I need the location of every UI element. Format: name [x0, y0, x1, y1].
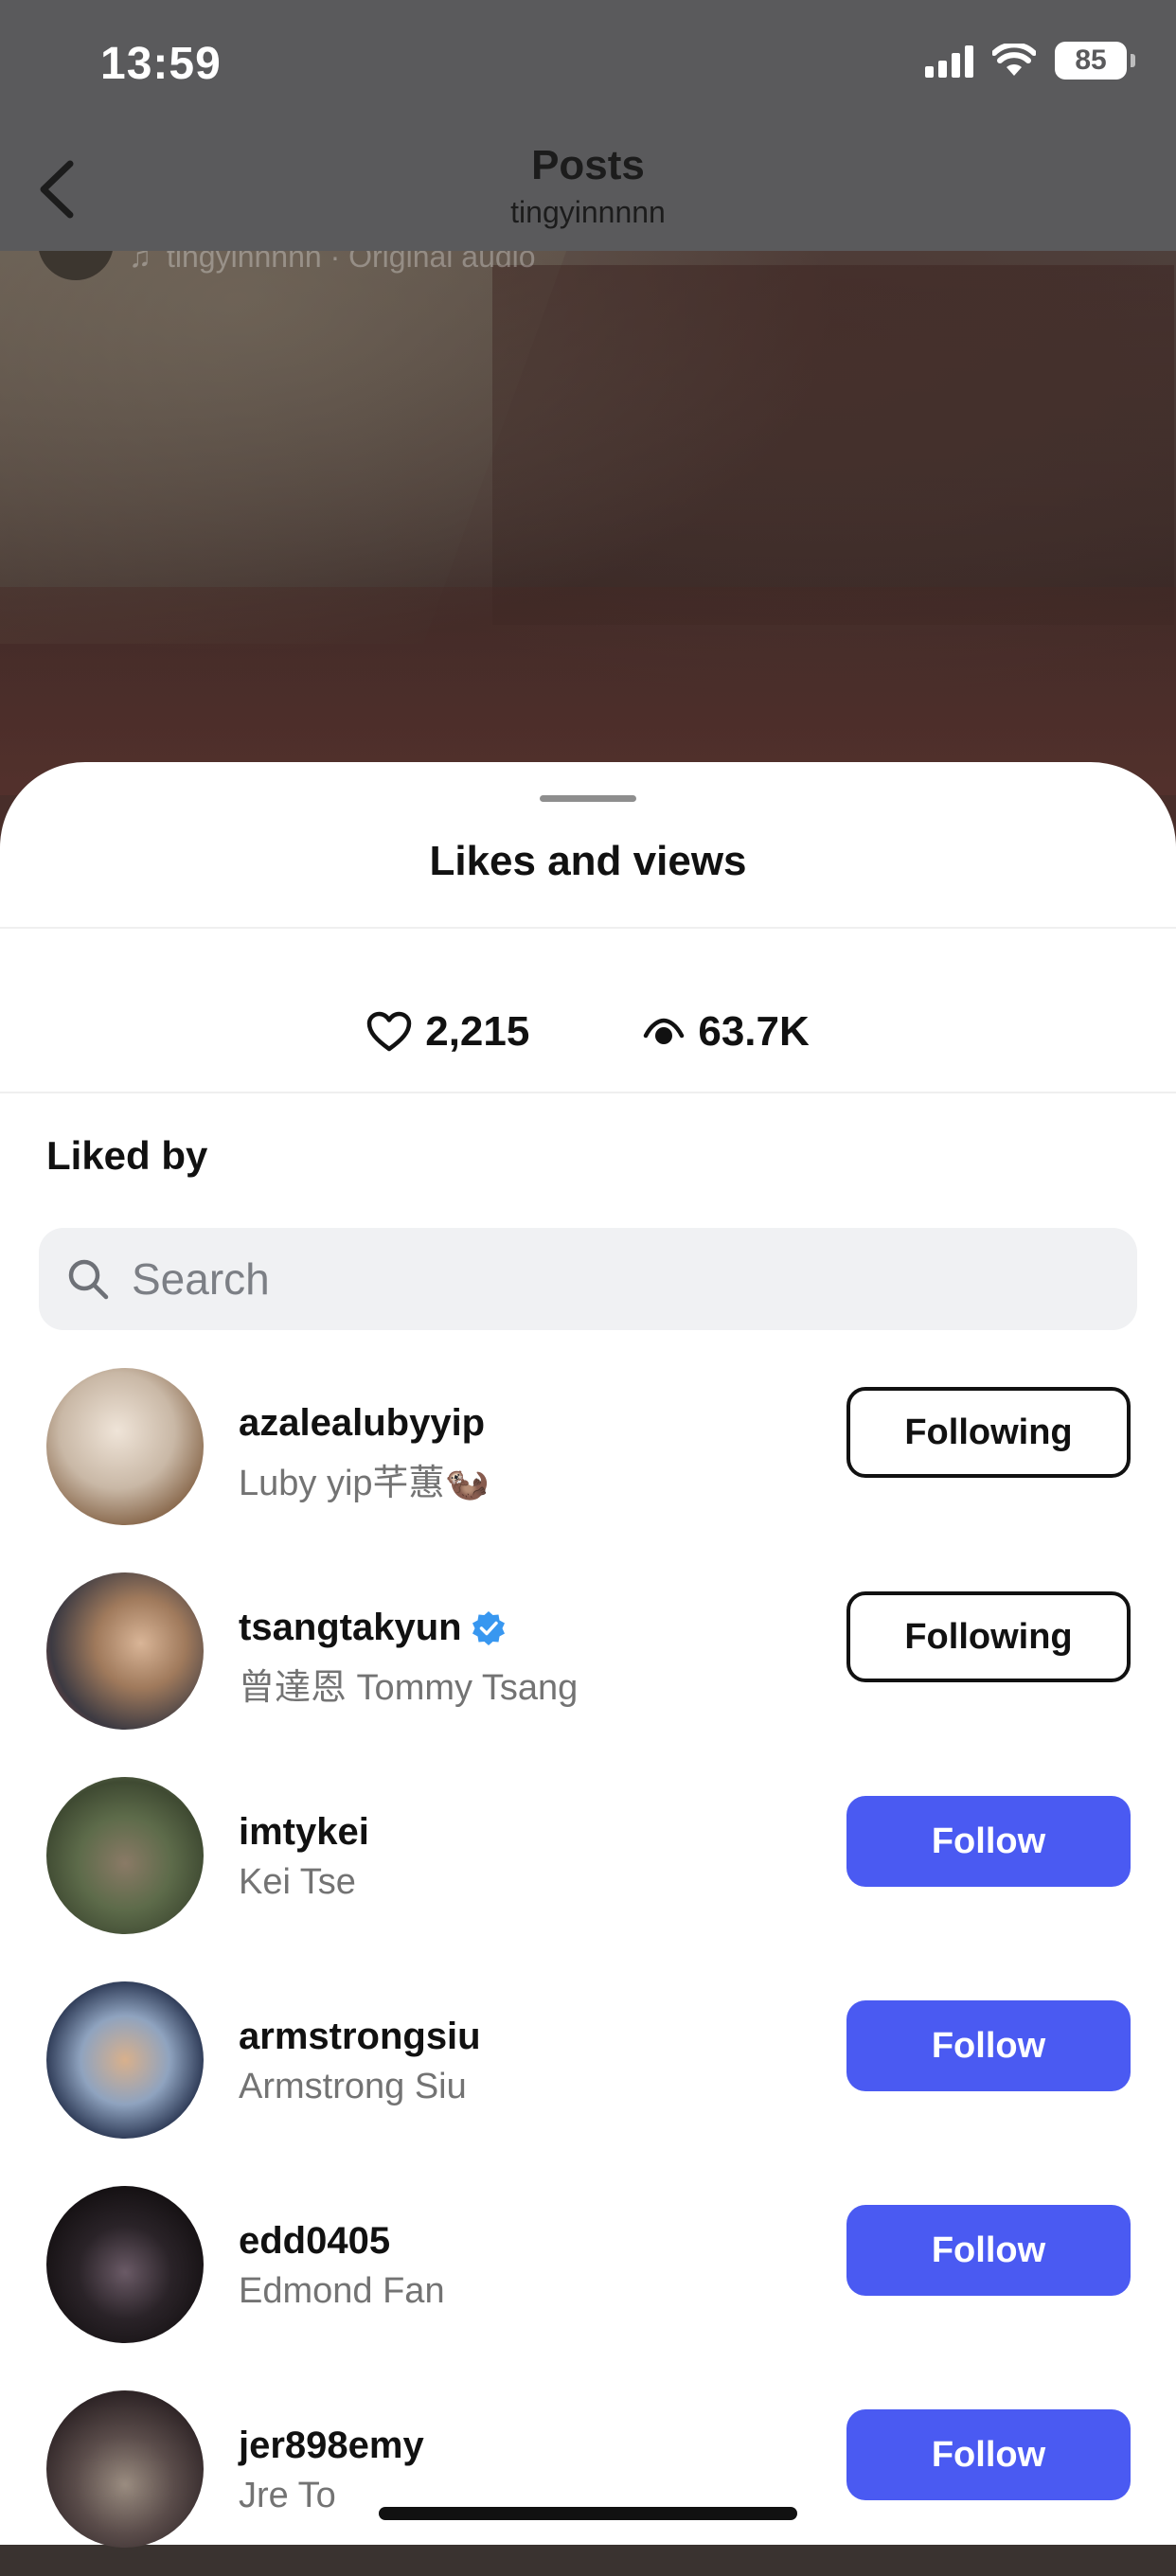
eye-icon [644, 1018, 685, 1044]
user-row[interactable]: azalealubyyip Luby yip芊蕙🦦 Following [0, 1349, 1176, 1554]
username[interactable]: azalealubyyip [239, 1402, 485, 1445]
username[interactable]: tsangtakyun [239, 1607, 508, 1649]
sheet-grabber[interactable] [540, 795, 636, 802]
search-icon [68, 1259, 109, 1300]
wifi-icon [992, 44, 1036, 76]
avatar[interactable] [46, 1981, 204, 2139]
likes-sheet: Likes and views 2,215 63.7K Liked by Sea… [0, 762, 1176, 2548]
status-icons: 85 [925, 42, 1135, 80]
username[interactable]: jer898emy [239, 2425, 424, 2467]
stats-row: 2,215 63.7K [0, 980, 1176, 1084]
page-subtitle: tingyinnnnn [510, 195, 666, 229]
views-stat: 63.7K [643, 1008, 810, 1056]
username-text: jer898emy [239, 2425, 424, 2466]
user-row[interactable]: tsangtakyun 曾達恩 Tommy Tsang Following [0, 1554, 1176, 1758]
username[interactable]: armstrongsiu [239, 2016, 481, 2058]
status-time: 13:59 [100, 39, 222, 89]
username[interactable]: imtykei [239, 1811, 369, 1854]
user-row[interactable]: jer898emy Jre To Follow [0, 2372, 1176, 2576]
cellular-signal-icon [925, 44, 973, 78]
heart-icon [366, 1011, 412, 1052]
follow-button[interactable]: Follow [846, 2000, 1131, 2091]
full-name: Kei Tse [239, 1862, 356, 1902]
background-blur-shape [0, 246, 568, 644]
user-row[interactable]: imtykei Kei Tse Follow [0, 1758, 1176, 1963]
full-name: Armstrong Siu [239, 2067, 467, 2106]
username-text: edd0405 [239, 2220, 391, 2262]
follow-button[interactable]: Follow [846, 1796, 1131, 1887]
divider [0, 1092, 1176, 1093]
avatar[interactable] [46, 2186, 204, 2343]
top-bar: 13:59 85 Posts tingyinnnnn [0, 0, 1176, 251]
following-button[interactable]: Following [846, 1387, 1131, 1478]
avatar[interactable] [46, 2390, 204, 2548]
username-text: armstrongsiu [239, 2016, 481, 2057]
avatar[interactable] [46, 1777, 204, 1934]
search-input[interactable] [130, 1252, 1080, 1306]
battery-indicator: 85 [1055, 42, 1135, 80]
username-text: azalealubyyip [239, 1402, 486, 1444]
avatar[interactable] [46, 1368, 204, 1525]
sheet-title: Likes and views [429, 838, 747, 884]
username-text: tsangtakyun [239, 1607, 462, 1648]
verified-badge-icon [472, 1610, 505, 1645]
username[interactable]: edd0405 [239, 2220, 390, 2263]
avatar[interactable] [46, 1572, 204, 1730]
home-indicator[interactable] [379, 2507, 797, 2520]
background-blur-shape [492, 265, 1174, 625]
likes-count: 2,215 [425, 1008, 530, 1055]
username-text: imtykei [239, 1811, 369, 1853]
full-name: Edmond Fan [239, 2271, 445, 2311]
search-bar[interactable] [39, 1228, 1137, 1330]
following-button[interactable]: Following [846, 1591, 1131, 1682]
liked-by-heading: Liked by [46, 1133, 208, 1178]
follow-button[interactable]: Follow [846, 2409, 1131, 2500]
full-name: Luby yip芊蕙🦦 [239, 1464, 490, 1503]
page-title: Posts [531, 142, 645, 188]
user-row[interactable]: armstrongsiu Armstrong Siu Follow [0, 1963, 1176, 2167]
user-row[interactable]: edd0405 Edmond Fan Follow [0, 2167, 1176, 2372]
full-name: 曾達恩 Tommy Tsang [239, 1668, 579, 1708]
divider [0, 927, 1176, 929]
liked-by-list: azalealubyyip Luby yip芊蕙🦦 Following tsan… [0, 1349, 1176, 2576]
views-count: 63.7K [698, 1008, 810, 1055]
full-name: Jre To [239, 2476, 336, 2515]
follow-button[interactable]: Follow [846, 2205, 1131, 2296]
likes-stat: 2,215 [366, 1008, 529, 1056]
